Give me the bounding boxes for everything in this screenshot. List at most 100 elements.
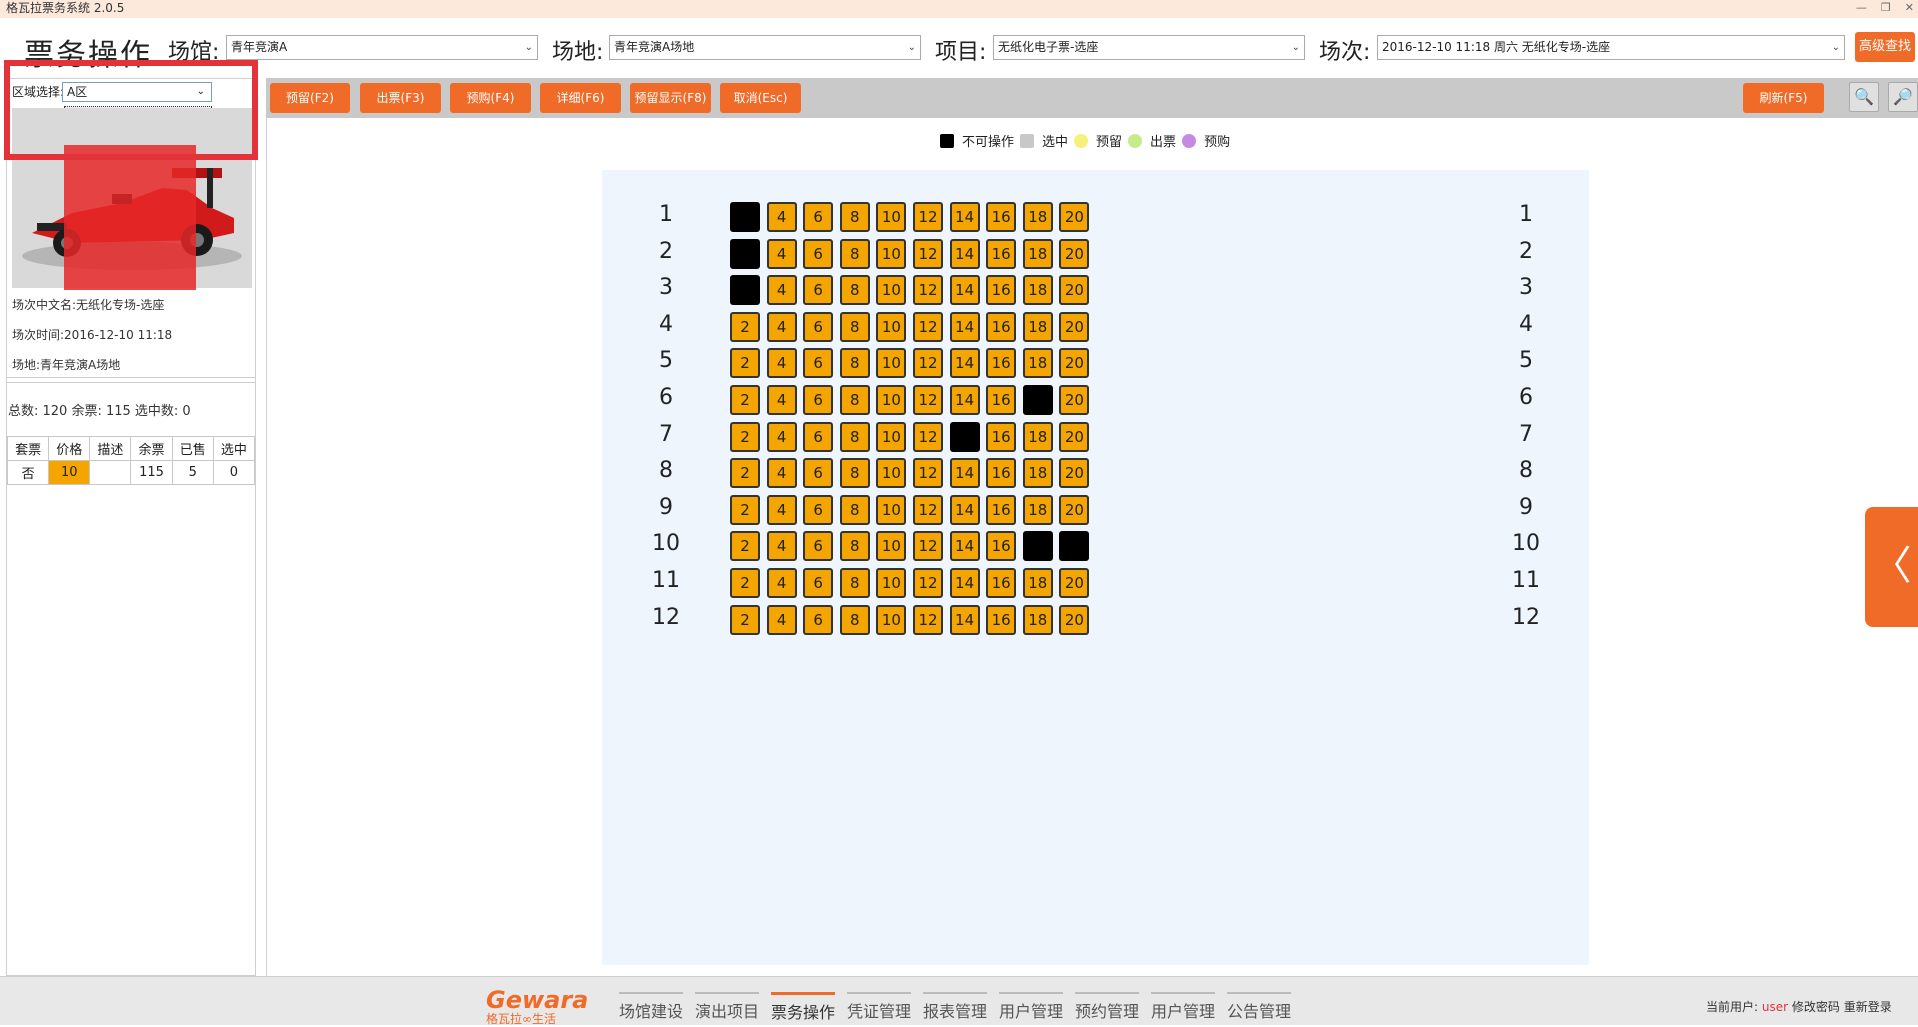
- close-icon[interactable]: ✕: [1905, 0, 1914, 16]
- site-select[interactable]: 青年竞演A场地 ⌄: [609, 35, 921, 60]
- change-password-link[interactable]: 修改密码: [1792, 1000, 1840, 1014]
- seat[interactable]: 8: [839, 348, 870, 379]
- seat[interactable]: 18: [1022, 604, 1053, 635]
- seat[interactable]: 20: [1059, 275, 1090, 306]
- sell-button[interactable]: 出票(F3): [360, 83, 441, 113]
- seat[interactable]: 6: [803, 421, 834, 452]
- seat[interactable]: [730, 238, 760, 269]
- seat[interactable]: 4: [766, 238, 797, 269]
- seat[interactable]: 8: [839, 604, 870, 635]
- footer-nav-item[interactable]: 凭证管理: [847, 992, 912, 1022]
- seat[interactable]: 20: [1059, 421, 1090, 452]
- seat[interactable]: 14: [949, 348, 980, 379]
- seat[interactable]: 2: [730, 494, 760, 525]
- seat[interactable]: 12: [913, 275, 943, 306]
- seat[interactable]: 6: [803, 238, 834, 269]
- relogin-link[interactable]: 重新登录: [1844, 1000, 1892, 1014]
- advanced-search-button[interactable]: 高级查找: [1855, 32, 1915, 62]
- seat[interactable]: 4: [766, 421, 797, 452]
- seat[interactable]: 16: [986, 494, 1017, 525]
- seat[interactable]: 18: [1022, 348, 1053, 379]
- seat[interactable]: 6: [803, 275, 834, 306]
- seat[interactable]: 16: [986, 311, 1017, 342]
- seat[interactable]: 12: [913, 348, 943, 379]
- seat[interactable]: 16: [986, 568, 1017, 598]
- seat[interactable]: 2: [730, 604, 760, 635]
- footer-nav-item[interactable]: 场馆建设: [619, 992, 684, 1022]
- seat[interactable]: 14: [949, 604, 980, 635]
- project-select[interactable]: 无纸化电子票-选座 ⌄: [993, 35, 1305, 60]
- seat[interactable]: 10: [876, 494, 907, 525]
- footer-nav-item[interactable]: 预约管理: [1075, 992, 1140, 1022]
- seat[interactable]: 6: [803, 385, 834, 415]
- footer-nav-item[interactable]: 用户管理: [999, 992, 1064, 1022]
- seat[interactable]: 4: [766, 531, 797, 562]
- seat[interactable]: 2: [730, 385, 760, 415]
- seat[interactable]: 18: [1022, 311, 1053, 342]
- zoom-in-icon[interactable]: 🔍: [1849, 82, 1879, 112]
- seat[interactable]: 14: [949, 531, 980, 562]
- seat[interactable]: 2: [730, 531, 760, 562]
- footer-nav-item[interactable]: 报表管理: [923, 992, 988, 1022]
- seat[interactable]: 12: [913, 604, 943, 635]
- reserve-show-button[interactable]: 预留显示(F8): [630, 83, 711, 113]
- seat[interactable]: 10: [876, 238, 907, 269]
- seat[interactable]: 10: [876, 568, 907, 598]
- seat[interactable]: 14: [949, 458, 980, 489]
- seat[interactable]: 16: [986, 238, 1017, 269]
- chevron-left-icon[interactable]: 〈: [1865, 507, 1918, 627]
- seat[interactable]: 20: [1059, 458, 1090, 489]
- seat[interactable]: 6: [803, 311, 834, 342]
- seat[interactable]: 8: [839, 568, 870, 598]
- seat[interactable]: 10: [876, 421, 907, 452]
- seat[interactable]: 4: [766, 348, 797, 379]
- seat[interactable]: 14: [949, 568, 980, 598]
- seat[interactable]: 4: [766, 311, 797, 342]
- seat[interactable]: 16: [986, 348, 1017, 379]
- seat[interactable]: 2: [730, 458, 760, 489]
- seat[interactable]: 12: [913, 238, 943, 269]
- footer-nav-item[interactable]: 用户管理: [1151, 992, 1216, 1022]
- seat[interactable]: 4: [766, 385, 797, 415]
- seat[interactable]: 20: [1059, 385, 1090, 415]
- detail-button[interactable]: 详细(F6): [540, 83, 621, 113]
- seat[interactable]: 12: [913, 385, 943, 415]
- minimize-icon[interactable]: —: [1856, 0, 1867, 16]
- seat[interactable]: 6: [803, 531, 834, 562]
- seat[interactable]: 16: [986, 604, 1017, 635]
- seat[interactable]: 4: [766, 494, 797, 525]
- seat[interactable]: 16: [986, 531, 1017, 562]
- seat[interactable]: 8: [839, 494, 870, 525]
- seat[interactable]: 8: [839, 458, 870, 489]
- seat[interactable]: 20: [1059, 494, 1090, 525]
- seat[interactable]: 2: [730, 348, 760, 379]
- seat[interactable]: 12: [913, 311, 943, 342]
- footer-nav-item[interactable]: 公告管理: [1227, 992, 1292, 1022]
- seat[interactable]: 2: [730, 568, 760, 598]
- seat[interactable]: 14: [949, 202, 980, 232]
- seat[interactable]: [1022, 531, 1053, 562]
- seat[interactable]: [730, 202, 760, 232]
- venue-select[interactable]: 青年竞演A ⌄: [226, 35, 538, 60]
- seat[interactable]: 18: [1022, 275, 1053, 306]
- seat[interactable]: [730, 275, 760, 306]
- seat[interactable]: 16: [986, 421, 1017, 452]
- seat[interactable]: 12: [913, 421, 943, 452]
- seat[interactable]: 6: [803, 348, 834, 379]
- seat[interactable]: 8: [839, 421, 870, 452]
- seat[interactable]: 6: [803, 458, 834, 489]
- seat[interactable]: 10: [876, 311, 907, 342]
- seat[interactable]: 18: [1022, 238, 1053, 269]
- seat[interactable]: 14: [949, 385, 980, 415]
- seat[interactable]: 14: [949, 494, 980, 525]
- seat[interactable]: 16: [986, 385, 1017, 415]
- seat[interactable]: 20: [1059, 202, 1090, 232]
- seat[interactable]: 8: [839, 531, 870, 562]
- table-row[interactable]: 否 10 115 5 0: [6, 460, 256, 485]
- seat[interactable]: 10: [876, 275, 907, 306]
- seat[interactable]: 14: [949, 311, 980, 342]
- footer-nav-item[interactable]: 演出项目: [695, 992, 760, 1022]
- seat[interactable]: 8: [839, 311, 870, 342]
- seat[interactable]: [949, 421, 980, 452]
- seat[interactable]: 12: [913, 531, 943, 562]
